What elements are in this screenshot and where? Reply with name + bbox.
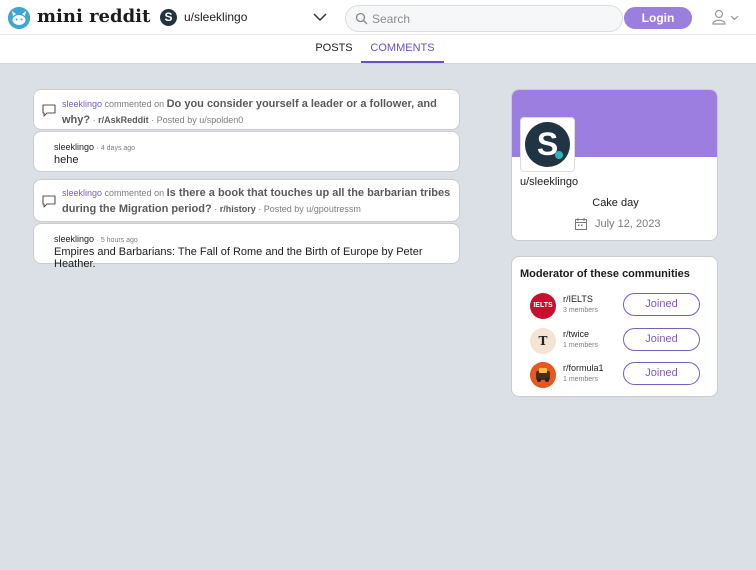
profile-username: u/sleeklingo [520, 176, 579, 188]
community-members: 1 members [563, 342, 599, 349]
profile-card: S u/sleeklingo Cake day July 12, 2023 [511, 89, 718, 241]
community-ielts-icon[interactable]: IELTS [530, 293, 556, 319]
commented-on-text: commented on [104, 99, 165, 109]
reply-header: sleeklingo · 5 hours ago [54, 234, 138, 244]
reply-time: 5 hours ago [100, 237, 138, 244]
community-name[interactable]: r/IELTS [563, 294, 593, 304]
profile-avatar-frame: S [520, 117, 575, 172]
reddit-logo-icon[interactable] [8, 7, 30, 29]
joined-button[interactable]: Joined [623, 328, 700, 351]
search-bar[interactable] [345, 5, 623, 32]
calendar-icon [574, 217, 588, 236]
community-name[interactable]: r/formula1 [563, 363, 604, 373]
commented-on-text: commented on [104, 188, 165, 198]
reply-body: hehe [54, 154, 79, 166]
search-icon [355, 12, 368, 30]
community-row: IELTS r/IELTS 3 members Joined [512, 291, 719, 319]
user-avatar-small: S [160, 9, 177, 26]
user-icon [712, 9, 739, 25]
comment-reply-card[interactable]: sleeklingo · 4 days ago hehe [33, 131, 460, 172]
profile-tabs: POSTS COMMENTS [0, 35, 756, 64]
moderator-card-title: Moderator of these communities [520, 268, 690, 280]
top-navbar: mini reddit S u/sleeklingo Login [0, 0, 756, 35]
reply-body: Empires and Barbarians: The Fall of Rome… [54, 246, 423, 270]
community-formula1-icon[interactable] [530, 362, 556, 388]
avatar: S [525, 122, 570, 167]
reply-author[interactable]: sleeklingo [54, 234, 94, 244]
moderator-card: Moderator of these communities IELTS r/I… [511, 256, 718, 397]
community-row: T r/twice 1 members Joined [512, 326, 719, 354]
login-button[interactable]: Login [624, 7, 692, 29]
comment-reply-card[interactable]: sleeklingo · 5 hours ago Empires and Bar… [33, 223, 460, 270]
search-input[interactable] [372, 11, 612, 27]
user-switcher[interactable]: S u/sleeklingo [160, 7, 330, 29]
app-name[interactable]: mini reddit [37, 6, 150, 27]
tab-comments[interactable]: COMMENTS [361, 35, 444, 63]
user-switcher-label: u/sleeklingo [184, 10, 248, 24]
posted-by-text[interactable]: Posted by u/gpoutressm [264, 204, 361, 214]
comment-meta: sleeklingo commented on Do you consider … [62, 98, 437, 126]
comment-user-link[interactable]: sleeklingo [62, 99, 102, 109]
profile-menu[interactable] [712, 9, 742, 32]
tab-posts[interactable]: POSTS [308, 35, 360, 63]
comment-user-link[interactable]: sleeklingo [62, 188, 102, 198]
joined-button[interactable]: Joined [623, 293, 700, 316]
subreddit-link[interactable]: r/history [220, 204, 256, 214]
community-members: 1 members [563, 376, 599, 383]
community-name[interactable]: r/twice [563, 329, 589, 339]
subreddit-link[interactable]: r/AskReddit [98, 115, 149, 125]
reply-time: 4 days ago [100, 145, 136, 152]
cake-day-label: Cake day [592, 197, 639, 209]
chevron-down-icon[interactable] [312, 8, 328, 31]
community-row: r/formula1 1 members Joined [512, 360, 719, 388]
comment-icon [41, 193, 57, 214]
reply-header: sleeklingo · 4 days ago [54, 142, 136, 152]
posted-by-text[interactable]: Posted by u/spolden0 [157, 115, 244, 125]
community-members: 3 members [563, 307, 599, 314]
cake-day-date: July 12, 2023 [595, 218, 661, 230]
comment-context-card[interactable]: sleeklingo commented on Do you consider … [33, 89, 460, 130]
comment-context-card[interactable]: sleeklingo commented on Is there a book … [33, 179, 460, 222]
reply-author[interactable]: sleeklingo [54, 142, 94, 152]
joined-button[interactable]: Joined [623, 362, 700, 385]
community-twice-icon[interactable]: T [530, 328, 556, 354]
comment-icon [41, 102, 57, 123]
comment-meta: sleeklingo commented on Is there a book … [62, 187, 451, 215]
